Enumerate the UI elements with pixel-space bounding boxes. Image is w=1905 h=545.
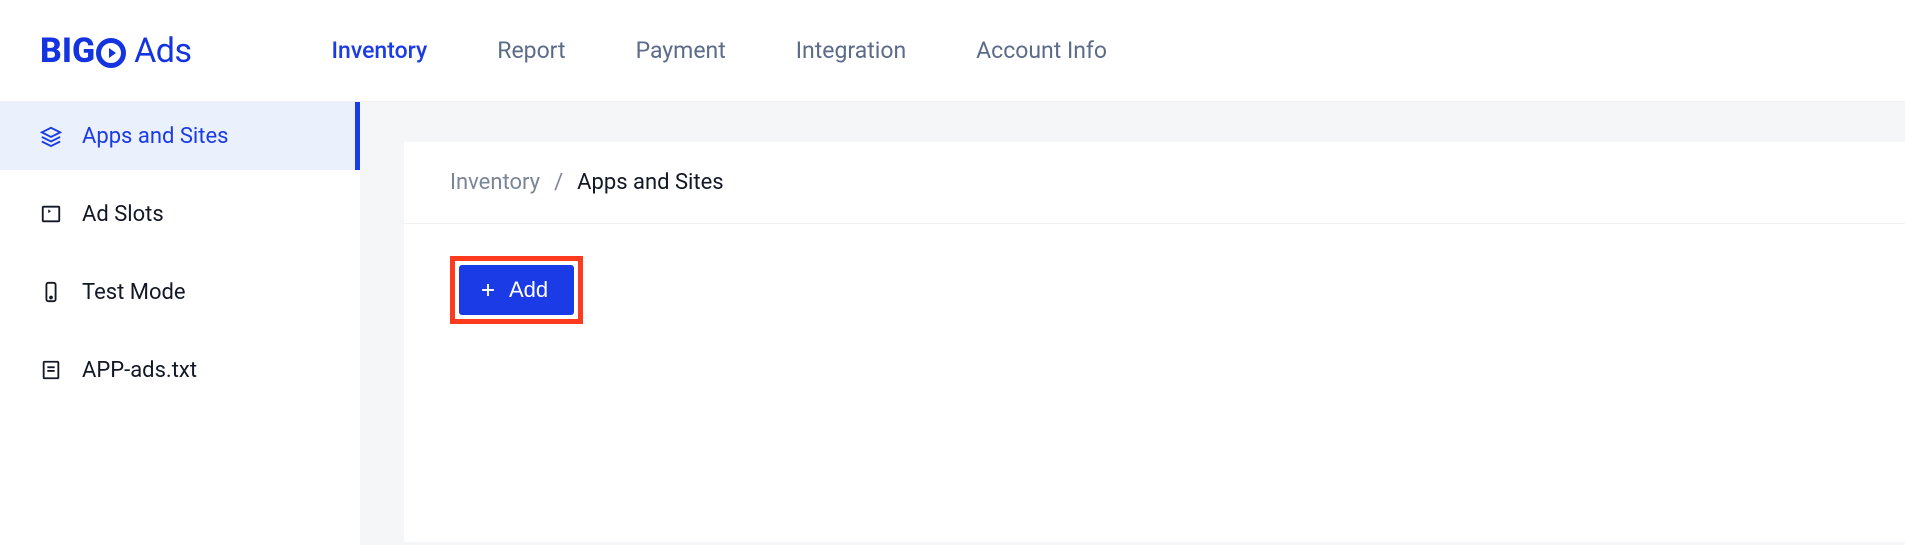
content-panel: Inventory / Apps and Sites Add [404,142,1905,542]
logo[interactable]: BIG Ads [40,31,192,71]
sidebar-item-app-ads-txt[interactable]: APP-ads.txt [0,336,360,404]
nav-report[interactable]: Report [497,37,565,64]
add-button-label: Add [509,277,548,303]
add-button[interactable]: Add [459,265,574,315]
logo-brand: BIG [40,31,126,71]
top-nav: Inventory Report Payment Integration Acc… [332,37,1108,64]
nav-account-info[interactable]: Account Info [976,37,1107,64]
add-button-highlight: Add [450,256,583,324]
logo-play-icon [96,38,126,68]
nav-integration[interactable]: Integration [796,37,906,64]
breadcrumb-root[interactable]: Inventory [450,170,540,195]
sidebar-item-apps-and-sites[interactable]: Apps and Sites [0,102,360,170]
panel-body: Add [404,224,1905,356]
nav-payment[interactable]: Payment [636,37,726,64]
sidebar-item-label: Test Mode [82,280,186,305]
header: BIG Ads Inventory Report Payment Integra… [0,0,1905,102]
breadcrumb: Inventory / Apps and Sites [404,142,1905,224]
breadcrumb-separator: / [554,170,563,195]
plus-icon [479,281,497,299]
logo-brand-text: BIG [40,31,95,71]
file-text-icon [40,359,62,381]
sidebar: Apps and Sites Ad Slots Test Mode APP-ad… [0,102,360,545]
main-content: Inventory / Apps and Sites Add [360,102,1905,545]
sidebar-item-ad-slots[interactable]: Ad Slots [0,180,360,248]
nav-inventory[interactable]: Inventory [332,37,428,64]
sidebar-item-label: Ad Slots [82,202,164,227]
sidebar-item-test-mode[interactable]: Test Mode [0,258,360,326]
ad-slot-icon [40,203,62,225]
layout: Apps and Sites Ad Slots Test Mode APP-ad… [0,102,1905,545]
layers-icon [40,125,62,147]
mobile-icon [40,281,62,303]
sidebar-item-label: Apps and Sites [82,124,228,149]
breadcrumb-current: Apps and Sites [577,170,723,195]
logo-suffix: Ads [134,31,191,71]
sidebar-item-label: APP-ads.txt [82,358,197,383]
